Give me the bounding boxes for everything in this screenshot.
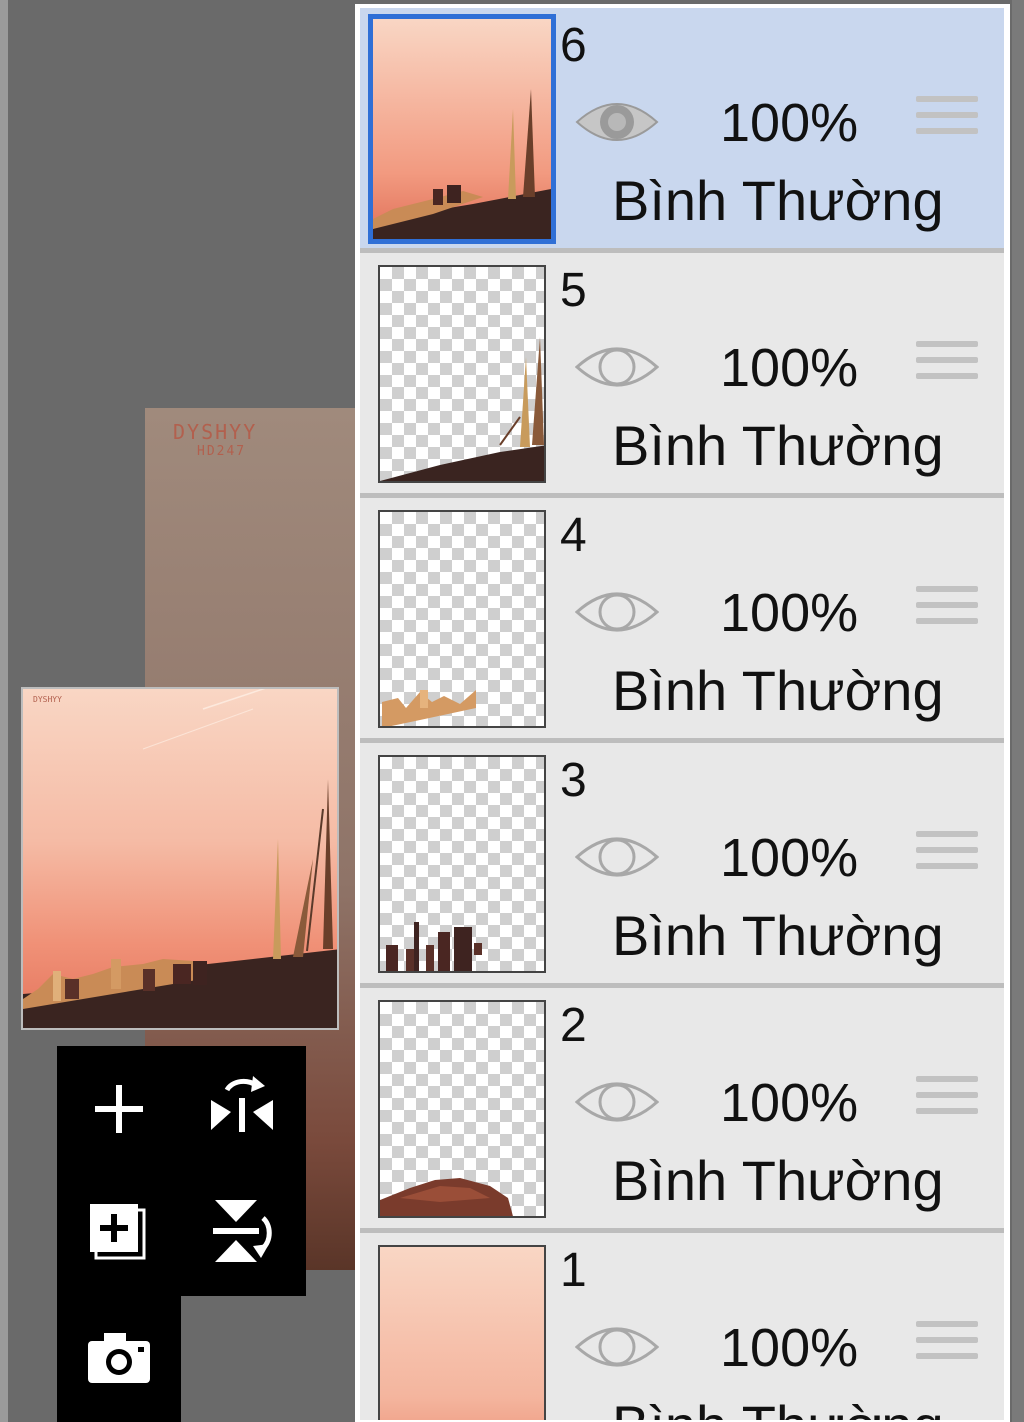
layers-panel: 6 100% Bình Thường 5 100% Bình Thường 4 … <box>355 4 1010 1422</box>
eye-icon[interactable] <box>575 582 659 642</box>
layer-row-2[interactable]: 2 100% Bình Thường <box>360 988 1004 1230</box>
layer-number: 4 <box>560 509 587 562</box>
preview-artwork <box>23 689 337 1028</box>
layer-opacity[interactable]: 100% <box>720 1317 858 1379</box>
thumbnail-art <box>373 89 551 239</box>
layer-row-4[interactable]: 4 100% Bình Thường <box>360 498 1004 740</box>
drag-handle-icon[interactable] <box>916 1321 978 1373</box>
copy-layer-button[interactable] <box>84 1196 154 1266</box>
thumbnail-art <box>380 1178 513 1216</box>
layer-opacity[interactable]: 100% <box>720 92 858 154</box>
layer-row-5[interactable]: 5 100% Bình Thường <box>360 253 1004 495</box>
layer-thumbnail <box>378 755 546 973</box>
drag-handle-icon[interactable] <box>916 1076 978 1128</box>
eye-icon[interactable] <box>575 92 659 152</box>
right-edge <box>1012 0 1024 1422</box>
thumbnail-art <box>386 922 482 971</box>
left-edge <box>0 0 8 1422</box>
layer-plus-icon <box>90 1204 146 1260</box>
flip-vertical-icon <box>213 1200 272 1262</box>
thumbnail-art <box>382 690 476 726</box>
plus-icon <box>95 1085 143 1133</box>
flip-vertical-button[interactable] <box>207 1196 277 1266</box>
layer-number: 1 <box>560 1244 587 1297</box>
layer-number: 6 <box>560 19 587 72</box>
layer-thumbnail <box>378 510 546 728</box>
add-layer-button[interactable] <box>84 1074 154 1144</box>
eye-icon[interactable] <box>575 337 659 397</box>
layer-blend-mode[interactable]: Bình Thường <box>612 413 944 478</box>
import-photo-button[interactable] <box>84 1322 154 1392</box>
layer-row-6[interactable]: 6 100% Bình Thường <box>360 8 1004 250</box>
layer-tools-panel-bottom <box>57 1296 181 1422</box>
flip-horizontal-icon <box>211 1076 273 1132</box>
thumbnail-art <box>380 337 544 481</box>
layer-thumbnail <box>368 14 556 244</box>
layer-number: 5 <box>560 264 587 317</box>
drag-handle-icon[interactable] <box>916 96 978 148</box>
layer-row-3[interactable]: 3 100% Bình Thường <box>360 743 1004 985</box>
layer-thumbnail <box>378 265 546 483</box>
camera-icon <box>88 1333 150 1383</box>
layer-opacity[interactable]: 100% <box>720 827 858 889</box>
drag-handle-icon[interactable] <box>916 341 978 393</box>
layer-opacity[interactable]: 100% <box>720 582 858 644</box>
layer-number: 3 <box>560 754 587 807</box>
canvas-signature-date: HD247 <box>197 444 247 459</box>
layer-opacity[interactable]: 100% <box>720 337 858 399</box>
eye-icon[interactable] <box>575 1317 659 1377</box>
layer-tools-panel <box>57 1046 306 1296</box>
layer-blend-mode[interactable]: Bình Thường <box>612 168 944 233</box>
layer-row-1[interactable]: 1 100% Bình Thường <box>360 1233 1004 1420</box>
layer-blend-mode[interactable]: Bình Thường <box>612 1148 944 1213</box>
layer-blend-mode[interactable]: Bình Thường <box>612 1393 944 1420</box>
flip-horizontal-button[interactable] <box>207 1070 277 1140</box>
layer-number: 2 <box>560 999 587 1052</box>
layer-blend-mode[interactable]: Bình Thường <box>612 658 944 723</box>
eye-icon[interactable] <box>575 827 659 887</box>
drag-handle-icon[interactable] <box>916 586 978 638</box>
layer-list[interactable]: 6 100% Bình Thường 5 100% Bình Thường 4 … <box>360 8 1004 1420</box>
layer-thumbnail <box>378 1245 546 1420</box>
navigator-preview[interactable]: DYSHYY <box>21 687 339 1030</box>
eye-icon[interactable] <box>575 1072 659 1132</box>
drag-handle-icon[interactable] <box>916 831 978 883</box>
canvas-signature: DYSHYY <box>173 420 258 444</box>
layer-thumbnail <box>378 1000 546 1218</box>
layer-opacity[interactable]: 100% <box>720 1072 858 1134</box>
layer-blend-mode[interactable]: Bình Thường <box>612 903 944 968</box>
